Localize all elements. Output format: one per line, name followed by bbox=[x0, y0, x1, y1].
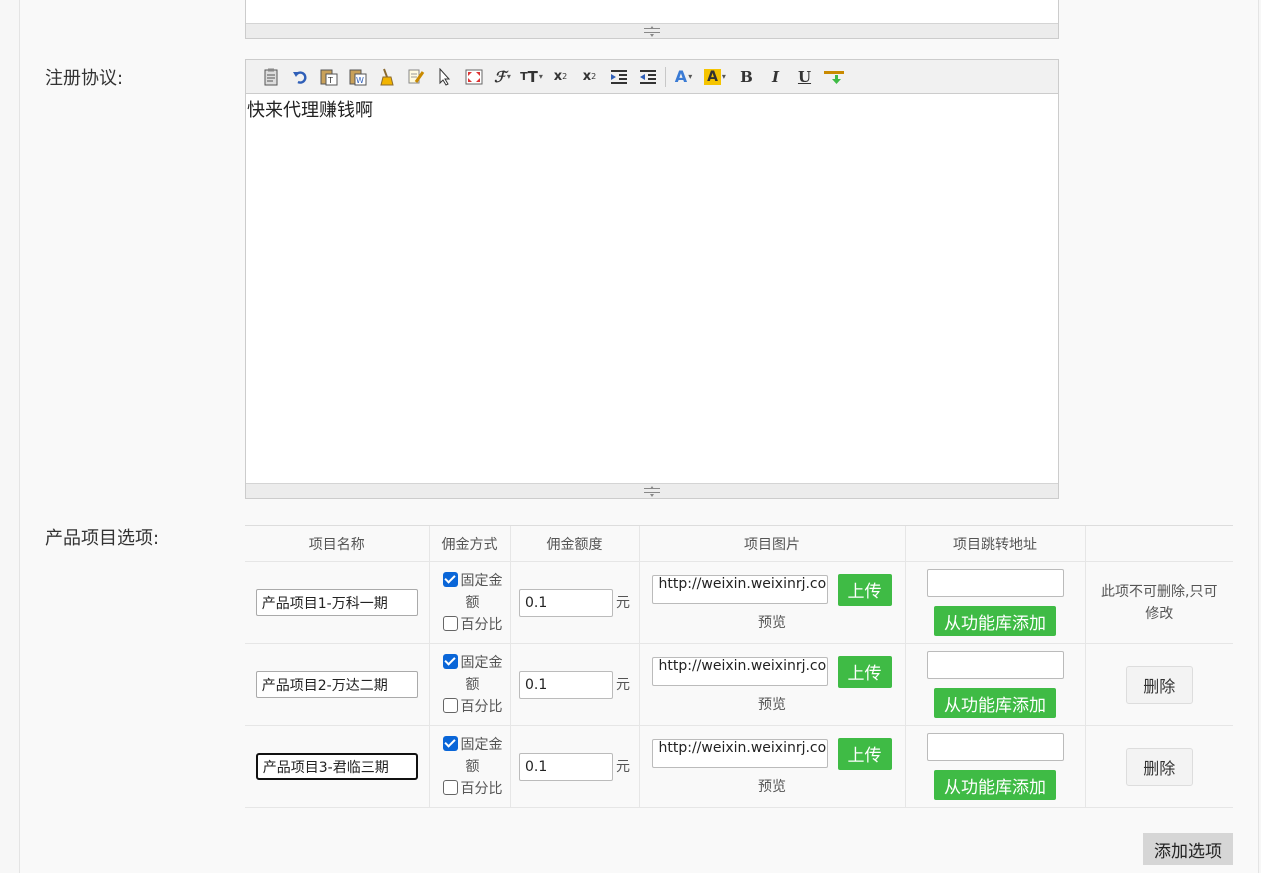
header-action bbox=[1084, 525, 1233, 562]
editor-resize-handle[interactable] bbox=[246, 483, 1058, 498]
table-row: 固定金 额 百分比 元 http://weixin.weixinrj.co 上传… bbox=[245, 643, 1233, 726]
add-from-library-button[interactable]: 从功能库添加 bbox=[934, 688, 1056, 718]
commission-amount-input[interactable] bbox=[519, 670, 613, 699]
percent-label: 百分比 bbox=[460, 616, 503, 633]
header-image: 项目图片 bbox=[638, 525, 905, 562]
previous-editor bbox=[245, 0, 1059, 39]
indent-icon[interactable] bbox=[604, 65, 633, 89]
jump-url-input[interactable] bbox=[926, 651, 1064, 679]
fixed-amount-label-cont: 额 bbox=[465, 758, 480, 775]
add-option-button[interactable]: 添加选项 bbox=[1143, 833, 1233, 865]
image-url-input[interactable]: http://weixin.weixinrj.co bbox=[651, 657, 828, 686]
fixed-amount-label-cont: 额 bbox=[465, 676, 480, 693]
table-header-row: 项目名称 佣金方式 佣金额度 项目图片 项目跳转地址 bbox=[245, 525, 1233, 562]
fixed-amount-checkbox[interactable] bbox=[442, 571, 458, 587]
undo-icon[interactable] bbox=[285, 65, 314, 89]
subscript-icon[interactable]: x2 bbox=[546, 65, 575, 89]
commission-amount-input[interactable] bbox=[519, 752, 613, 781]
agreement-label: 注册协议: bbox=[45, 68, 124, 89]
highlight-icon[interactable]: A ▾ bbox=[698, 65, 732, 89]
header-jump-url: 项目跳转地址 bbox=[904, 525, 1085, 562]
fixed-amount-label: 固定金 bbox=[460, 736, 503, 753]
outdent-icon[interactable] bbox=[633, 65, 662, 89]
editor-resize-handle[interactable] bbox=[246, 23, 1058, 38]
svg-text:W: W bbox=[356, 76, 364, 85]
product-options-table: 项目名称 佣金方式 佣金额度 项目图片 项目跳转地址 固定金 额 百分比 元 h… bbox=[245, 525, 1233, 808]
unit-label: 元 bbox=[616, 594, 630, 611]
italic-icon[interactable]: I bbox=[761, 65, 790, 89]
percent-label: 百分比 bbox=[460, 780, 503, 797]
unit-label: 元 bbox=[616, 758, 630, 775]
font-color-icon[interactable]: A ▾ bbox=[669, 65, 698, 89]
resize-grip-icon bbox=[644, 486, 660, 497]
editor-content[interactable]: 快来代理赚钱啊 bbox=[246, 94, 1058, 483]
insert-hr-icon[interactable] bbox=[819, 65, 848, 89]
upload-button[interactable]: 上传 bbox=[837, 737, 892, 770]
format-brush-icon[interactable] bbox=[401, 65, 430, 89]
item-name-input[interactable] bbox=[255, 753, 418, 780]
unit-label: 元 bbox=[616, 676, 630, 693]
preview-link[interactable]: 预览 bbox=[640, 694, 905, 714]
editor-toolbar: T W ℱ ▾ T T ▾ x2 x2 A ▾ A ▾ B I U bbox=[246, 60, 1058, 94]
preview-link[interactable]: 预览 bbox=[640, 776, 905, 796]
fixed-amount-label: 固定金 bbox=[460, 572, 503, 589]
header-mode: 佣金方式 bbox=[428, 525, 510, 562]
image-url-input[interactable]: http://weixin.weixinrj.co bbox=[651, 739, 828, 768]
header-amount: 佣金额度 bbox=[509, 525, 639, 562]
agreement-editor: T W ℱ ▾ T T ▾ x2 x2 A ▾ A ▾ B I U 快来代理赚钱… bbox=[245, 59, 1059, 499]
paste-text-icon[interactable]: T bbox=[314, 65, 343, 89]
select-all-icon[interactable] bbox=[430, 65, 459, 89]
percent-checkbox[interactable] bbox=[442, 779, 458, 795]
bold-icon[interactable]: B bbox=[732, 65, 761, 89]
add-from-library-button[interactable]: 从功能库添加 bbox=[934, 606, 1056, 636]
header-name: 项目名称 bbox=[245, 525, 429, 562]
font-family-icon[interactable]: ℱ ▾ bbox=[488, 65, 517, 89]
table-row: 固定金 额 百分比 元 http://weixin.weixinrj.co 上传… bbox=[245, 725, 1233, 808]
delete-button[interactable]: 删除 bbox=[1125, 747, 1193, 786]
percent-checkbox[interactable] bbox=[442, 615, 458, 631]
table-row: 固定金 额 百分比 元 http://weixin.weixinrj.co 上传… bbox=[245, 561, 1233, 644]
undeletable-note: 此项不可删除,只可 修改 bbox=[1101, 583, 1218, 622]
jump-url-input[interactable] bbox=[926, 733, 1064, 761]
fixed-amount-label-cont: 额 bbox=[465, 594, 480, 611]
preview-link[interactable]: 预览 bbox=[640, 612, 905, 632]
add-from-library-button[interactable]: 从功能库添加 bbox=[934, 770, 1056, 800]
paste-icon[interactable] bbox=[256, 65, 285, 89]
image-url-input[interactable]: http://weixin.weixinrj.co bbox=[651, 575, 828, 604]
percent-label: 百分比 bbox=[460, 698, 503, 715]
underline-icon[interactable]: U bbox=[790, 65, 819, 89]
clear-format-icon[interactable] bbox=[372, 65, 401, 89]
fullscreen-icon[interactable] bbox=[459, 65, 488, 89]
item-name-input[interactable] bbox=[255, 589, 418, 616]
font-size-icon[interactable]: T T ▾ bbox=[517, 65, 546, 89]
upload-button[interactable]: 上传 bbox=[837, 655, 892, 688]
paste-word-icon[interactable]: W bbox=[343, 65, 372, 89]
item-name-input[interactable] bbox=[255, 671, 418, 698]
toolbar-separator bbox=[665, 66, 666, 87]
percent-checkbox[interactable] bbox=[442, 697, 458, 713]
fixed-amount-checkbox[interactable] bbox=[442, 735, 458, 751]
svg-text:T: T bbox=[327, 76, 333, 85]
product-options-label: 产品项目选项: bbox=[45, 528, 160, 549]
fixed-amount-label: 固定金 bbox=[460, 654, 503, 671]
delete-button[interactable]: 删除 bbox=[1125, 665, 1193, 704]
superscript-icon[interactable]: x2 bbox=[575, 65, 604, 89]
fixed-amount-checkbox[interactable] bbox=[442, 653, 458, 669]
commission-amount-input[interactable] bbox=[519, 588, 613, 617]
upload-button[interactable]: 上传 bbox=[837, 573, 892, 606]
jump-url-input[interactable] bbox=[926, 569, 1064, 597]
resize-grip-icon bbox=[644, 26, 660, 37]
